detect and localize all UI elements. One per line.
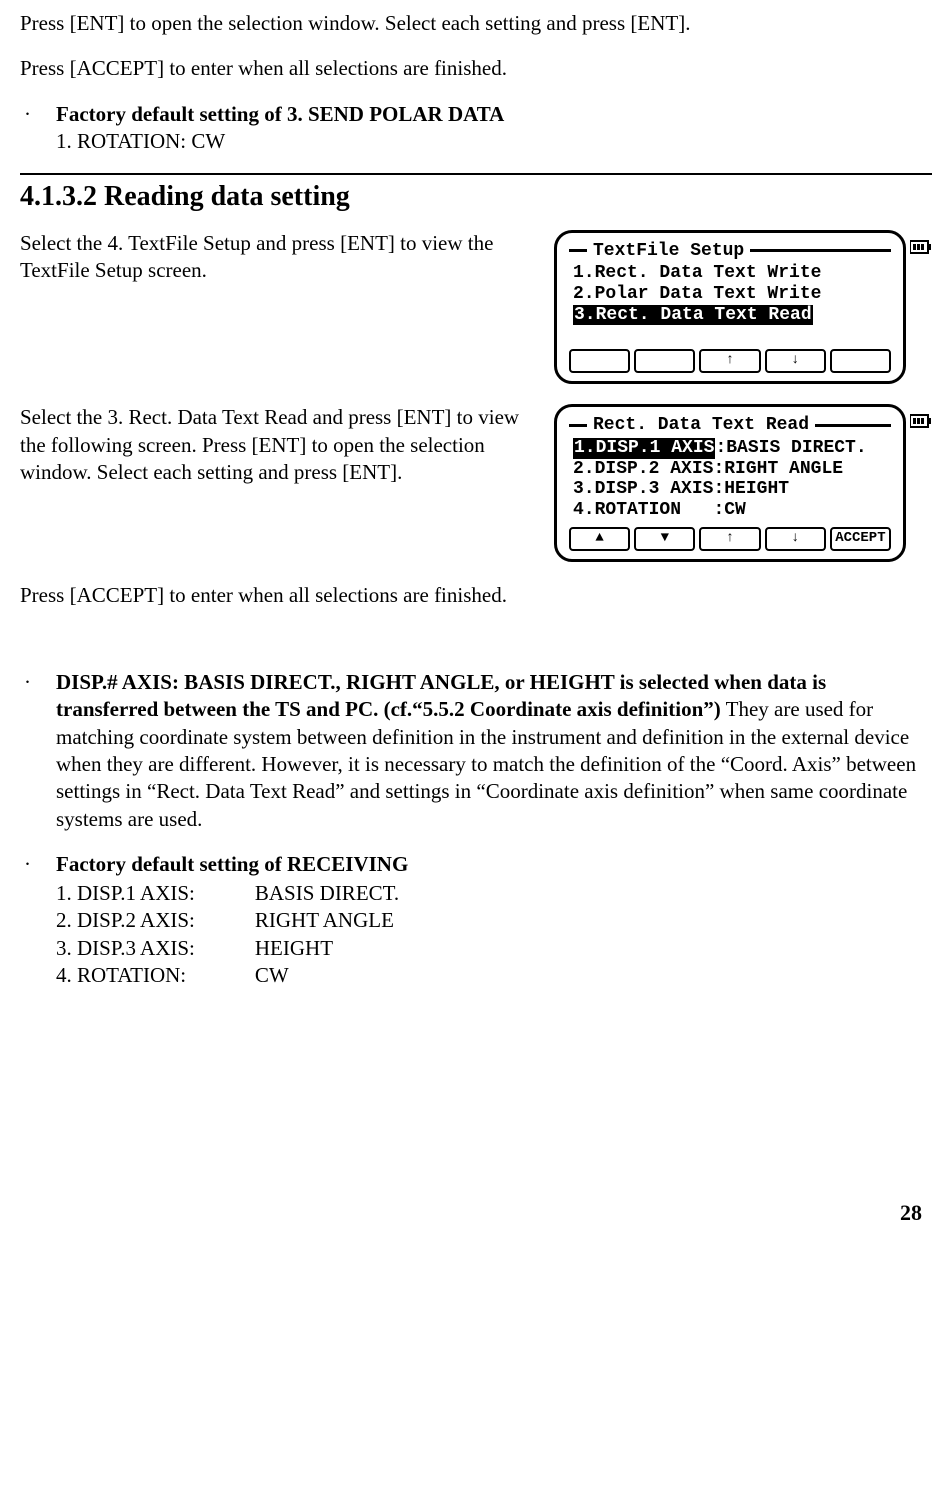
bullet-item: · Factory default setting of 3. SEND POL… [20,101,932,156]
lcd-screen-textfile-setup: TextFile Setup 1.Rect. Data Text Write 2… [554,230,906,385]
softkey-down-filled-icon: ▼ [634,527,695,551]
softkey-up-icon: ↑ [699,527,760,551]
lcd-title: TextFile Setup [593,241,744,262]
kv-key: 1. DISP.1 AXIS: [56,880,255,907]
page-number: 28 [20,1199,932,1228]
kv-val: HEIGHT [255,935,399,962]
paragraph: Press [ENT] to open the selection window… [20,10,932,37]
bullet-item: · Factory default setting of RECEIVING 1… [20,851,932,989]
kv-val: RIGHT ANGLE [255,907,399,934]
menu-item: 1.Rect. Data Text Write [567,263,893,284]
kv-table: 1. DISP.1 AXIS:BASIS DIRECT. 2. DISP.2 A… [56,880,399,989]
menu-item-selected: 3.Rect. Data Text Read [567,305,893,326]
menu-item: 4.ROTATION :CW [567,500,893,521]
menu-item: 2.Polar Data Text Write [567,284,893,305]
softkey-down-icon: ↓ [765,349,826,373]
softkey-row: ▲ ▼ ↑ ↓ ACCEPT [567,527,893,551]
bullet-dot: · [20,101,56,156]
bullet-line: 1. ROTATION: CW [56,128,932,155]
lcd-screen-rect-data-read: Rect. Data Text Read 1.DISP.1 AXIS:BASIS… [554,404,906,561]
menu-item: 2.DISP.2 AXIS:RIGHT ANGLE [567,459,893,480]
bullet-item: · DISP.# AXIS: BASIS DIRECT., RIGHT ANGL… [20,669,932,833]
softkey [634,349,695,373]
section-divider [20,173,932,175]
softkey-up-filled-icon: ▲ [569,527,630,551]
kv-key: 3. DISP.3 AXIS: [56,935,255,962]
paragraph: Press [ACCEPT] to enter when all selecti… [20,582,932,609]
bullet-title: Factory default setting of 3. SEND POLAR… [56,102,504,126]
softkey [569,349,630,373]
kv-val: BASIS DIRECT. [255,880,399,907]
softkey-row: ↑ ↓ [567,349,893,373]
paragraph: Select the 3. Rect. Data Text Read and p… [20,404,538,486]
kv-key: 2. DISP.2 AXIS: [56,907,255,934]
bullet-title: DISP.# AXIS: BASIS DIRECT., RIGHT ANGLE,… [56,670,826,721]
kv-val: CW [255,962,399,989]
battery-icon [910,240,932,254]
menu-item: 3.DISP.3 AXIS:HEIGHT [567,479,893,500]
softkey-down-icon: ↓ [765,527,826,551]
paragraph: Select the 4. TextFile Setup and press [… [20,230,538,285]
section-heading: 4.1.3.2 Reading data setting [20,179,932,215]
bullet-dot: · [20,851,56,989]
lcd-title: Rect. Data Text Read [593,415,809,436]
paragraph: Press [ACCEPT] to enter when all selecti… [20,55,932,82]
battery-icon [910,414,932,428]
menu-item-selected: 1.DISP.1 AXIS:BASIS DIRECT. [567,438,893,459]
softkey-accept: ACCEPT [830,527,891,551]
bullet-title: Factory default setting of RECEIVING [56,852,408,876]
softkey [830,349,891,373]
softkey-up-icon: ↑ [699,349,760,373]
kv-key: 4. ROTATION: [56,962,255,989]
bullet-dot: · [20,669,56,833]
